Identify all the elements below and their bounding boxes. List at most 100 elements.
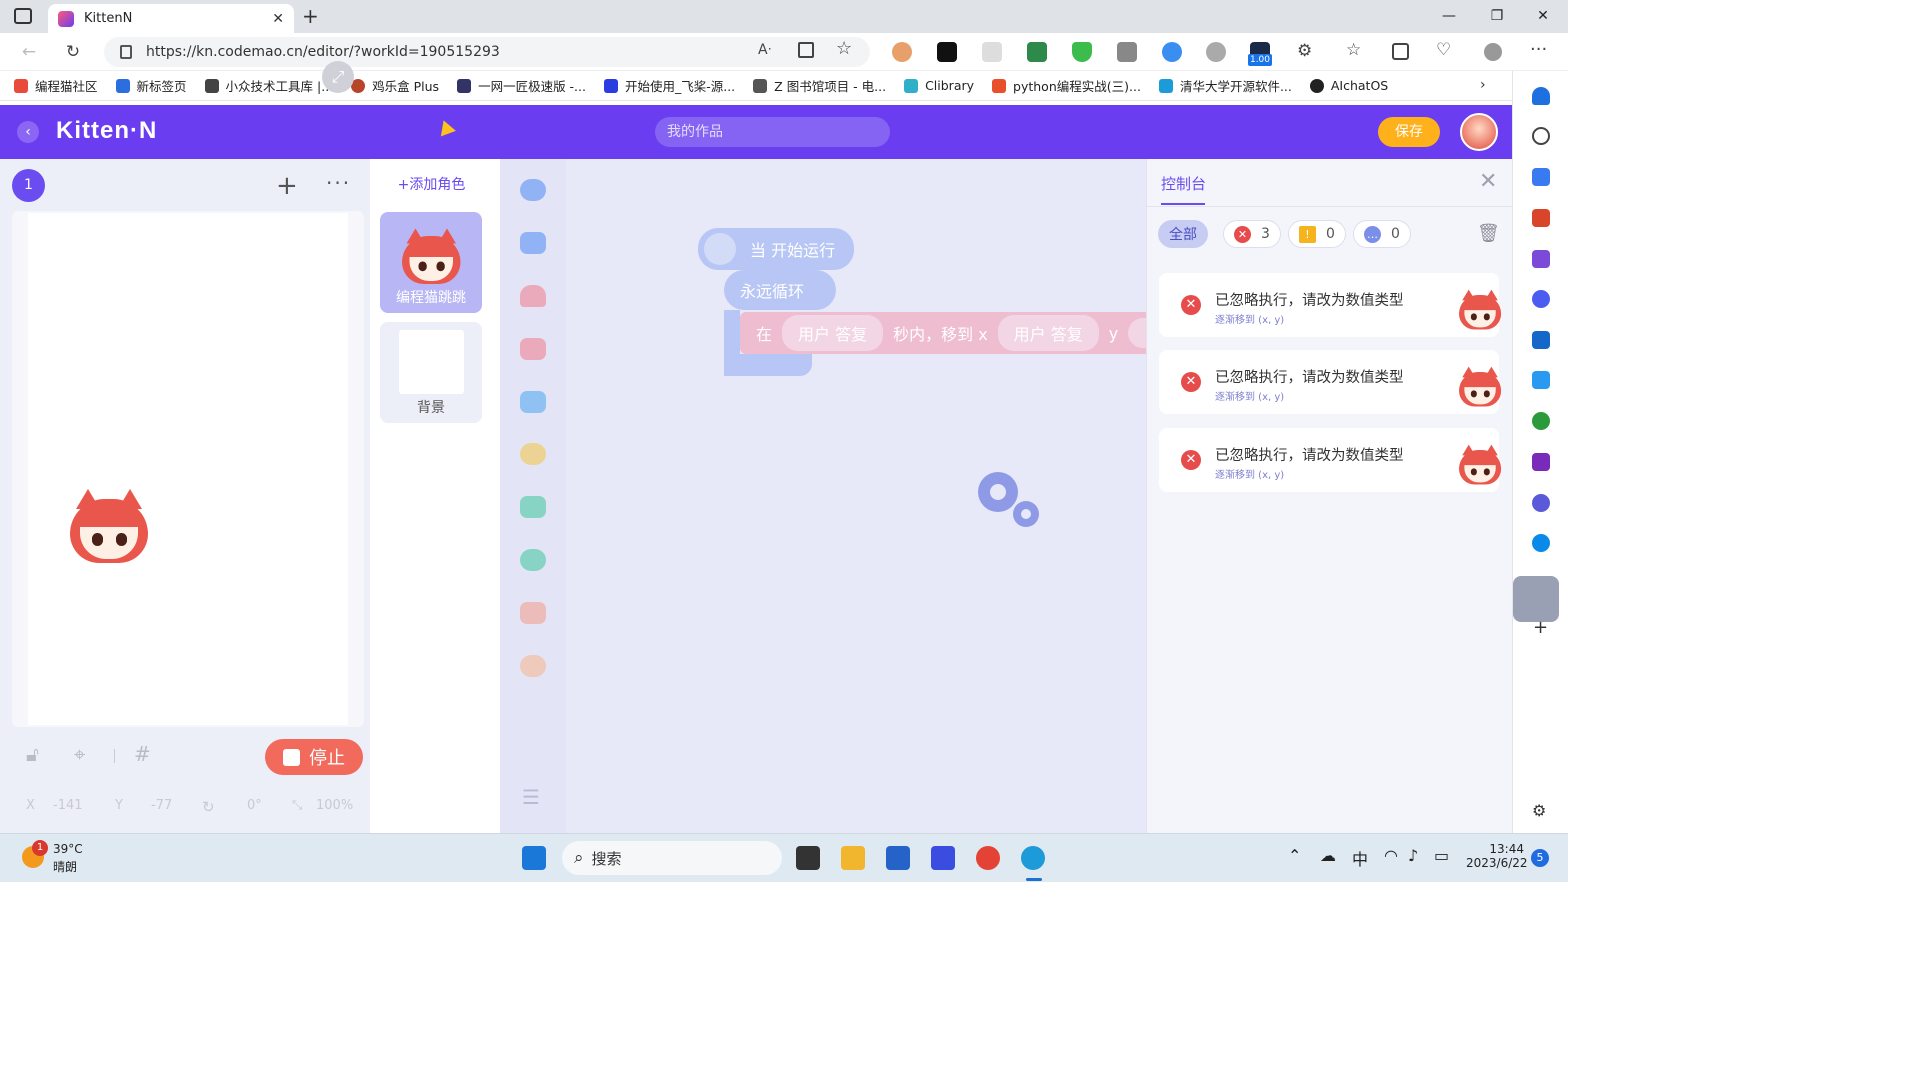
new-tab-icon[interactable]: + (302, 4, 319, 28)
control-category-icon[interactable] (520, 232, 546, 254)
taskbar-search[interactable]: ⌕ 搜索 (562, 841, 782, 875)
bookmark-item[interactable]: 一网一匠极速版 -... (457, 76, 586, 95)
answer-reporter-2[interactable]: 用户 答复 (997, 315, 1099, 351)
windows-start-icon[interactable] (522, 846, 546, 870)
background-card[interactable]: 背景 (380, 322, 482, 423)
filter-errors-button[interactable]: ✕ 3 (1223, 220, 1281, 248)
games-icon[interactable] (1532, 250, 1550, 268)
crosshair-icon[interactable]: ⌖ (74, 742, 85, 766)
filter-messages-button[interactable]: … 0 (1353, 220, 1411, 248)
bookmark-item[interactable]: 小众技术工具库 |... (204, 76, 333, 95)
dialog-category-icon[interactable] (520, 391, 546, 413)
tab-console[interactable]: 控制台 (1161, 173, 1206, 194)
task-view-icon[interactable] (796, 846, 820, 870)
extension-download-icon[interactable] (1027, 42, 1047, 62)
code-workspace[interactable] (566, 159, 1146, 833)
answer-reporter-1[interactable]: 用户 答复 (782, 315, 884, 351)
close-icon[interactable]: ✕ (1479, 169, 1497, 194)
collections-icon[interactable] (1392, 43, 1409, 60)
save-button[interactable]: 保存 (1378, 117, 1440, 147)
stop-button[interactable]: 停止 (265, 739, 363, 775)
rotation-value[interactable]: 0° (247, 798, 262, 813)
start-block[interactable]: 当 开始运行 (698, 228, 854, 270)
x-value[interactable]: -141 (53, 798, 83, 813)
restore-icon[interactable]: ❐ (1474, 4, 1520, 28)
console-entry[interactable]: ✕ 已忽略执行，请改为数值类型 逐渐移到 (x, y) (1159, 428, 1502, 492)
skype-icon[interactable] (1532, 534, 1550, 552)
bookmark-item[interactable]: 新标签页 (115, 76, 187, 95)
cloud-icon[interactable]: ☁ (1320, 846, 1336, 865)
chevron-right-icon[interactable]: › (1480, 77, 1486, 93)
filter-all-button[interactable]: 全部 (1158, 220, 1208, 248)
trash-icon[interactable]: 🗑︎ (1477, 223, 1500, 244)
more-menu-icon[interactable]: ··· (1530, 39, 1547, 60)
settings-gear-icon[interactable]: ⚙ (1532, 801, 1546, 820)
forever-block[interactable]: 永远循环 (724, 270, 836, 310)
extension-grid-icon[interactable] (1117, 42, 1137, 62)
toolbox-icon[interactable] (1532, 209, 1550, 227)
profile-icon[interactable] (1484, 43, 1502, 61)
tree-icon[interactable] (1532, 412, 1550, 430)
scene-number-badge[interactable]: 1 (12, 169, 45, 202)
performance-icon[interactable]: ♡ (1436, 40, 1451, 60)
avatar[interactable] (1460, 113, 1498, 151)
read-aloud-icon[interactable]: Aᐧ (758, 42, 771, 58)
bookmark-item[interactable]: 开始使用_飞桨-源... (603, 76, 735, 95)
add-scene-icon[interactable]: + (276, 171, 298, 201)
onenote-icon[interactable] (1532, 453, 1550, 471)
scale-value[interactable]: 100% (316, 798, 353, 813)
tag-icon[interactable] (1532, 168, 1550, 186)
events-category-icon[interactable] (520, 179, 546, 201)
bookmark-item[interactable]: Z 图书馆项目 - 电... (753, 76, 886, 95)
actions-category-icon[interactable] (520, 285, 546, 307)
send-icon[interactable] (1532, 371, 1550, 389)
chrome-icon[interactable] (976, 846, 1000, 870)
volume-icon[interactable]: ♪ (1408, 846, 1418, 865)
console-entry[interactable]: ✕ 已忽略执行，请改为数值类型 逐渐移到 (x, y) (1159, 350, 1502, 414)
favorites-icon[interactable]: ☆ (1346, 40, 1361, 60)
extension-face-icon[interactable] (892, 42, 912, 62)
more-options-icon[interactable]: ··· (326, 171, 351, 195)
stage-area[interactable] (12, 211, 364, 727)
sound-category-icon[interactable] (520, 549, 546, 571)
extension-shield-icon[interactable] (1072, 42, 1092, 62)
y-input-slot[interactable] (1128, 318, 1146, 348)
bookmark-item[interactable]: 编程猫社区 (14, 76, 98, 95)
app-m-icon[interactable] (931, 846, 955, 870)
back-button[interactable]: ‹ (17, 121, 39, 143)
ime-indicator[interactable]: 中 (1352, 846, 1368, 870)
bookmark-item[interactable]: 鸡乐盒 Plus (351, 76, 439, 95)
stage-canvas[interactable] (28, 213, 348, 725)
outlook-icon[interactable] (1532, 331, 1550, 349)
refresh-icon[interactable]: ↻ (60, 39, 86, 65)
wifi-icon[interactable]: ◠ (1384, 846, 1398, 865)
variable-category-icon[interactable] (520, 655, 546, 677)
extension-moon-icon[interactable] (1206, 42, 1226, 62)
bookmark-item[interactable]: Clibrary (904, 78, 974, 93)
browser-tab[interactable]: KittenN ✕ (48, 4, 294, 33)
notification-badge[interactable]: 5 (1531, 849, 1549, 867)
minimize-icon[interactable]: — (1426, 4, 1472, 28)
sidebar-app-icon[interactable] (1513, 576, 1559, 622)
extensions-puzzle-icon[interactable]: ⚙ (1297, 41, 1312, 61)
store-icon[interactable] (886, 846, 910, 870)
extension-l-icon[interactable] (937, 42, 957, 62)
bookmark-item[interactable]: AIchatOS (1309, 78, 1388, 93)
back-arrow-icon[interactable]: ← (16, 39, 42, 65)
bookmark-item[interactable]: 清华大学开源软件... (1158, 76, 1292, 95)
add-sprite-button[interactable]: +添加角色 (382, 169, 481, 202)
close-tab-icon[interactable]: ✕ (272, 11, 284, 27)
tab-actions-icon[interactable] (14, 8, 32, 24)
extension-a-icon[interactable] (982, 42, 1002, 62)
work-name-input[interactable]: 我的作品 (655, 117, 890, 147)
close-window-icon[interactable]: ✕ (1520, 4, 1566, 28)
chevron-up-icon[interactable]: ⌃ (1288, 846, 1301, 865)
clock[interactable]: 13:44 2023/6/22 (1466, 842, 1528, 870)
edge-icon[interactable] (1021, 846, 1045, 870)
lock-icon[interactable]: 🔓︎ (26, 742, 39, 766)
bookmark-item[interactable]: python编程实战(三)... (992, 76, 1141, 95)
grid-icon[interactable]: # (134, 742, 151, 766)
add-sidebar-icon[interactable]: + (1533, 617, 1548, 638)
appearance-category-icon[interactable] (520, 338, 546, 360)
pen-category-icon[interactable] (520, 496, 546, 518)
